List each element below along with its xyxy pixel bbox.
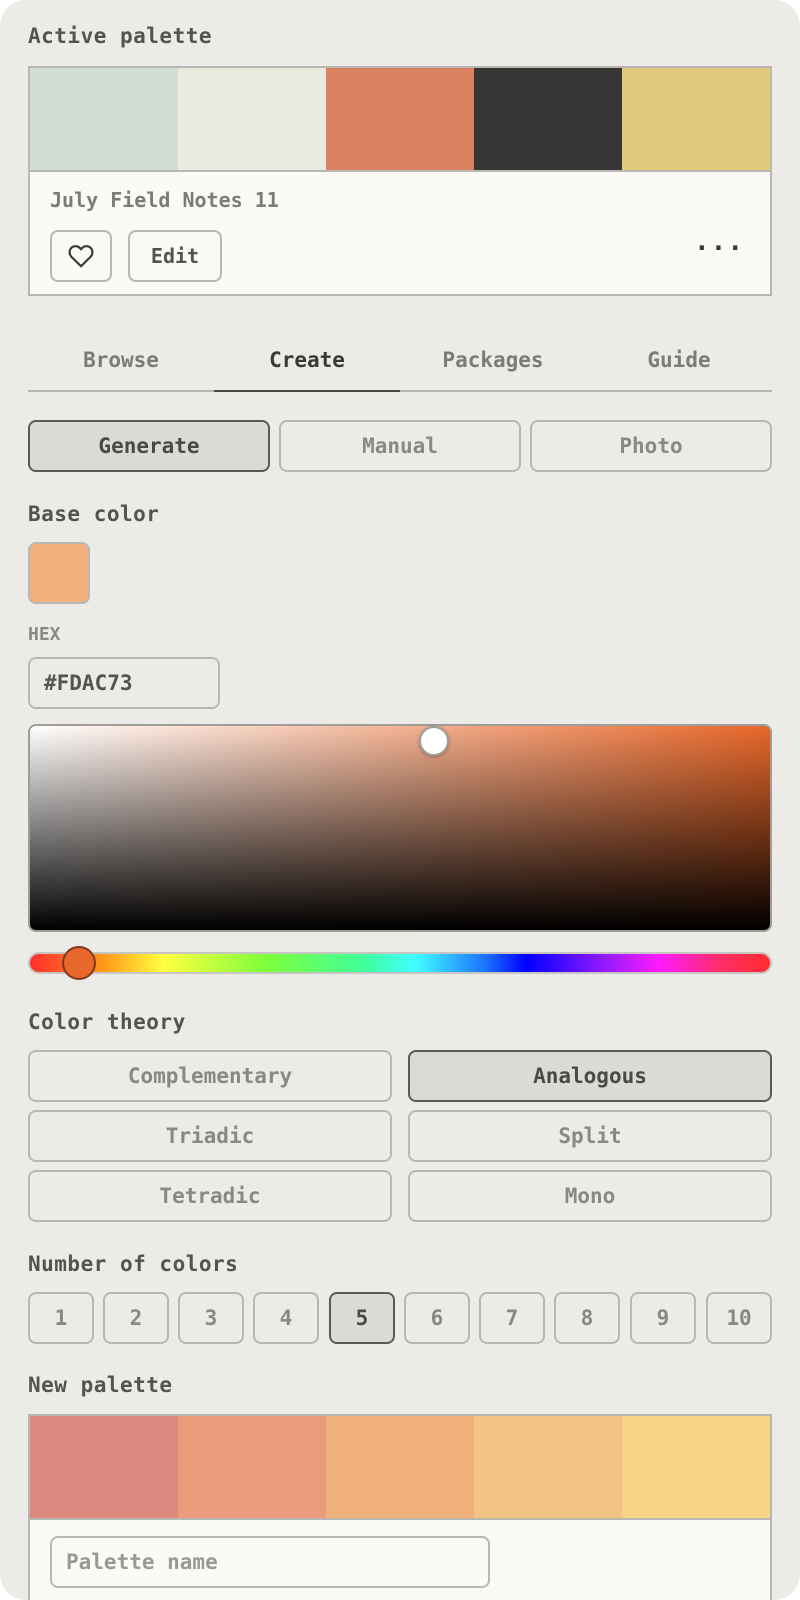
count-option-7[interactable]: 7 — [479, 1292, 545, 1344]
tab-packages[interactable]: Packages — [400, 330, 586, 390]
theory-tetradic-button[interactable]: Tetradic — [28, 1170, 392, 1222]
saturation-value-handle[interactable] — [419, 726, 449, 756]
active-palette-heading: Active palette — [28, 24, 213, 48]
theory-analogous-button[interactable]: Analogous — [408, 1050, 772, 1102]
count-option-10[interactable]: 10 — [706, 1292, 772, 1344]
count-option-3[interactable]: 3 — [178, 1292, 244, 1344]
hex-label: HEX — [28, 624, 61, 645]
mode-photo-button[interactable]: Photo — [530, 420, 772, 472]
active-swatch-5[interactable] — [622, 68, 770, 170]
base-color-swatch[interactable] — [28, 542, 90, 604]
mode-generate-button[interactable]: Generate — [28, 420, 270, 472]
theory-triadic-button[interactable]: Triadic — [28, 1110, 392, 1162]
active-palette-name: July Field Notes 11 — [50, 188, 279, 212]
active-swatch-4[interactable] — [474, 68, 622, 170]
new-swatch-4[interactable] — [474, 1416, 622, 1518]
new-palette-swatches — [30, 1416, 770, 1520]
more-horizontal-icon[interactable]: ... — [694, 229, 744, 255]
active-palette-swatches — [30, 68, 770, 172]
theory-mono-button[interactable]: Mono — [408, 1170, 772, 1222]
tab-bar: Browse Create Packages Guide — [28, 330, 772, 392]
count-option-9[interactable]: 9 — [630, 1292, 696, 1344]
tab-guide[interactable]: Guide — [586, 330, 772, 390]
new-swatch-2[interactable] — [178, 1416, 326, 1518]
saturation-value-picker[interactable] — [28, 724, 772, 932]
active-swatch-3[interactable] — [326, 68, 474, 170]
new-swatch-1[interactable] — [30, 1416, 178, 1518]
active-swatch-1[interactable] — [30, 68, 178, 170]
palette-panel: Active palette July Field Notes 11 Edit … — [0, 0, 800, 1600]
tab-browse[interactable]: Browse — [28, 330, 214, 390]
count-option-2[interactable]: 2 — [103, 1292, 169, 1344]
mode-manual-button[interactable]: Manual — [279, 420, 521, 472]
new-swatch-3[interactable] — [326, 1416, 474, 1518]
hue-slider-handle[interactable] — [62, 946, 96, 980]
edit-button[interactable]: Edit — [128, 230, 222, 282]
base-color-heading: Base color — [28, 502, 160, 526]
number-of-colors-heading: Number of colors — [28, 1252, 239, 1276]
active-swatch-2[interactable] — [178, 68, 326, 170]
count-option-5[interactable]: 5 — [329, 1292, 395, 1344]
count-option-4[interactable]: 4 — [253, 1292, 319, 1344]
new-swatch-5[interactable] — [622, 1416, 770, 1518]
count-option-8[interactable]: 8 — [554, 1292, 620, 1344]
active-palette-card: July Field Notes 11 Edit ... — [28, 66, 772, 296]
heart-icon — [68, 245, 94, 268]
count-option-1[interactable]: 1 — [28, 1292, 94, 1344]
new-palette-card — [28, 1414, 772, 1600]
theory-split-button[interactable]: Split — [408, 1110, 772, 1162]
hue-slider[interactable] — [28, 952, 772, 974]
hex-input[interactable]: #FDAC73 — [28, 657, 220, 709]
color-theory-heading: Color theory — [28, 1010, 186, 1034]
new-palette-heading: New palette — [28, 1373, 173, 1397]
like-button[interactable] — [50, 230, 112, 282]
tab-create[interactable]: Create — [214, 330, 400, 392]
palette-name-input[interactable] — [50, 1536, 490, 1588]
count-option-6[interactable]: 6 — [404, 1292, 470, 1344]
theory-complementary-button[interactable]: Complementary — [28, 1050, 392, 1102]
